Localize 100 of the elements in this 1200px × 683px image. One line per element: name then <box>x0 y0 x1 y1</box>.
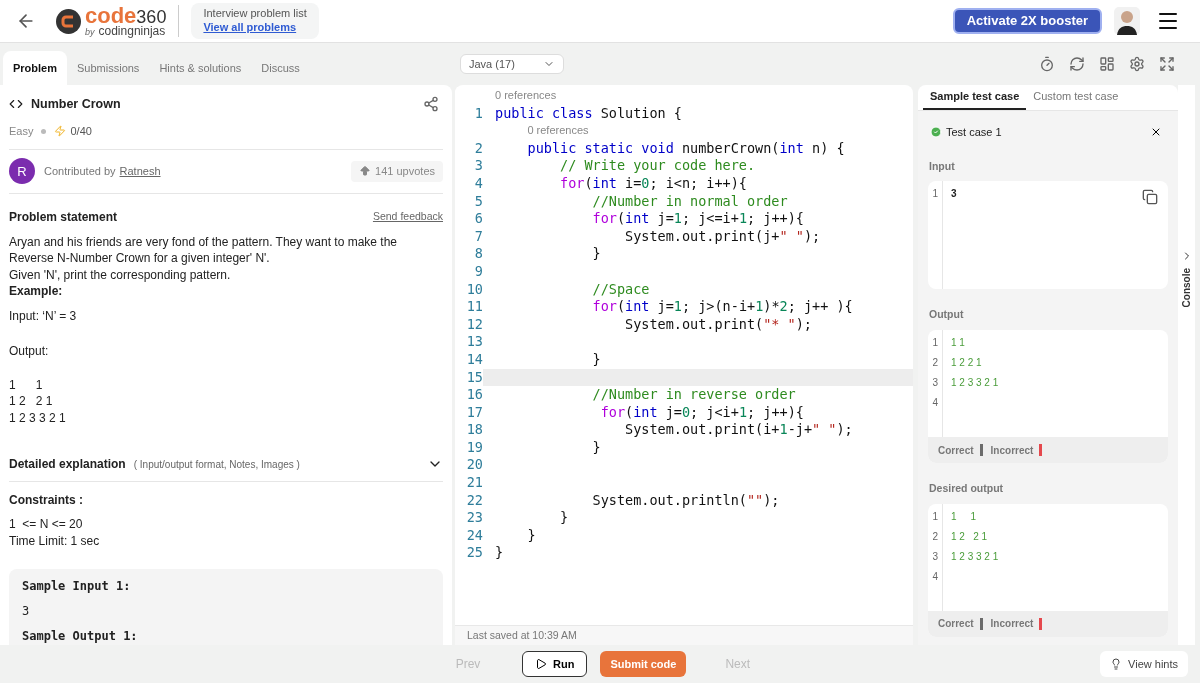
sample-heading: Sample Output 1: <box>22 628 139 645</box>
test-tab[interactable]: Custom test case <box>1026 85 1126 110</box>
code-line: for(int j=1; j<=i+1; j++){ <box>591 210 804 228</box>
feedback-link[interactable]: Send feedback <box>372 208 443 225</box>
logo-icon <box>56 8 81 34</box>
pattern-line: 1 2 3 3 2 1 <box>9 409 67 426</box>
code-line: } <box>526 526 536 545</box>
score-icon <box>54 125 67 137</box>
line-number: 2 <box>932 357 938 369</box>
view-all-link[interactable]: View all problems <box>203 21 307 35</box>
block-label: Output <box>929 307 965 323</box>
language-dropdown[interactable]: Java (17) <box>460 54 564 74</box>
share-icon[interactable] <box>423 96 439 113</box>
code-line: } <box>591 438 601 457</box>
block-label: Desired output <box>929 481 1005 496</box>
references-hint[interactable]: 0 references <box>527 122 589 140</box>
lightbulb-icon <box>1110 658 1123 670</box>
problem-tab[interactable]: Problem <box>3 51 67 85</box>
test-case-label: Test case 1 <box>946 125 1002 140</box>
code-line: } <box>495 544 504 563</box>
code-line: for(int j=1; j>(n-i+1)*2; j++ ){ <box>591 298 853 316</box>
line-number: 4 <box>932 570 938 583</box>
constraints-heading: Constraints : <box>9 492 84 509</box>
constraint-text: 1 <= N <= 20 <box>9 516 84 533</box>
fullscreen-icon[interactable] <box>1159 56 1175 72</box>
constraint-text: Time Limit: 1 sec <box>9 532 101 549</box>
problem-tab[interactable]: Submissions <box>67 51 150 85</box>
pattern-line: 1 2 2 1 <box>9 393 54 410</box>
result-line: 1 1 <box>951 510 977 523</box>
contributed-by: Contributed by <box>44 164 116 180</box>
difficulty: Easy <box>9 123 34 139</box>
code-line: System.out.print(i+1-j+" "); <box>624 421 853 439</box>
statement-text: Aryan and his friends are very fond of the pattern. They want to make the Reverse N-Number Crown for a given integer' N'. <box>9 233 398 267</box>
code-line: for(int i=0; i<n; i++){ <box>559 174 747 193</box>
run-button[interactable]: Run <box>522 651 588 677</box>
code-line: } <box>591 245 601 263</box>
result-line: 1 2 3 3 2 1 <box>951 550 999 563</box>
score: 0/40 <box>70 123 92 139</box>
code-line: //Number in reverse order <box>591 386 796 404</box>
line-number: 3 <box>932 550 938 563</box>
play-icon <box>535 658 547 670</box>
line-number: 1 <box>932 188 938 201</box>
code-line: //Space <box>591 280 650 299</box>
reset-icon[interactable] <box>1069 56 1085 72</box>
example-heading: Example: <box>9 283 64 300</box>
test-tab[interactable]: Sample test case <box>923 85 1027 110</box>
code-line: public static void numberCrown(int n) { <box>526 139 845 158</box>
legend-label: Correct <box>938 443 974 458</box>
code-line: // Write your code here. <box>559 157 756 175</box>
upvote-button[interactable]: 141 upvotes <box>351 161 443 182</box>
logo-brand: codingninjas <box>98 25 166 37</box>
result-line: 3 <box>951 188 957 201</box>
code-line: //Number in normal order <box>591 192 788 211</box>
code-line: } <box>559 509 569 527</box>
line-number: 3 <box>932 377 938 389</box>
console-strip[interactable]: Console <box>1178 85 1195 645</box>
explanation-heading: Detailed explanation <box>9 456 126 473</box>
sample-value: 3 <box>22 603 31 620</box>
result-line: 1 2 2 1 <box>951 357 983 369</box>
line-number: 1 <box>932 337 938 349</box>
result-line: 1 1 <box>951 337 966 349</box>
problem-tab[interactable]: Discuss <box>251 51 310 85</box>
avatar-icon[interactable] <box>1114 7 1140 35</box>
references-hint[interactable]: 0 references <box>495 87 557 105</box>
problem-tab[interactable]: Hints & solutions <box>149 51 252 85</box>
example-text: Input: ‘N’ = 3 <box>9 307 78 325</box>
settings-icon[interactable] <box>1129 56 1145 72</box>
line-number: 4 <box>932 397 938 409</box>
view-hints-button[interactable]: View hints <box>1100 651 1188 677</box>
code-line: public class Solution { <box>495 104 682 123</box>
layout-icon[interactable] <box>1099 56 1115 72</box>
block-label: Input <box>929 158 956 174</box>
upvote-icon <box>359 165 372 178</box>
sample-heading: Sample Input 1: <box>22 578 132 595</box>
author-link[interactable]: Ratnesh <box>119 163 161 180</box>
problem-title: Number Crown <box>31 96 121 113</box>
logo-number: 360 <box>136 8 167 26</box>
booster-button[interactable]: Activate 2X booster <box>952 8 1102 34</box>
pattern-line: 1 1 <box>9 376 44 393</box>
code-line: } <box>591 350 601 369</box>
logo-by: by <box>85 28 95 37</box>
legend-label: Correct <box>938 617 974 632</box>
last-saved: Last saved at 10:39 AM <box>467 627 577 643</box>
submit-button[interactable]: Submit code <box>600 651 687 677</box>
code-line: System.out.print(j+" "); <box>624 227 821 246</box>
line-number: 2 <box>932 530 938 543</box>
statement-heading: Problem statement <box>9 208 118 226</box>
statement-text: Given 'N', print the corresponding pattern. <box>9 266 232 283</box>
code-line: System.out.print("* "); <box>624 315 812 334</box>
output-label: Output: <box>9 342 50 360</box>
legend-label: Incorrect <box>990 443 1034 458</box>
explanation-hint: ( Input/output format, Notes, Images ) <box>133 457 300 472</box>
result-line: 1 2 2 1 <box>951 530 989 543</box>
copy-icon[interactable] <box>1142 189 1158 206</box>
timer-icon[interactable] <box>1039 56 1055 72</box>
author-avatar: R <box>9 158 35 185</box>
code-line: System.out.println(""); <box>591 491 780 510</box>
line-number: 1 <box>932 510 938 523</box>
code-line: for(int j=0; j<i+1; j++){ <box>599 403 804 422</box>
logo-word: code <box>85 5 137 27</box>
